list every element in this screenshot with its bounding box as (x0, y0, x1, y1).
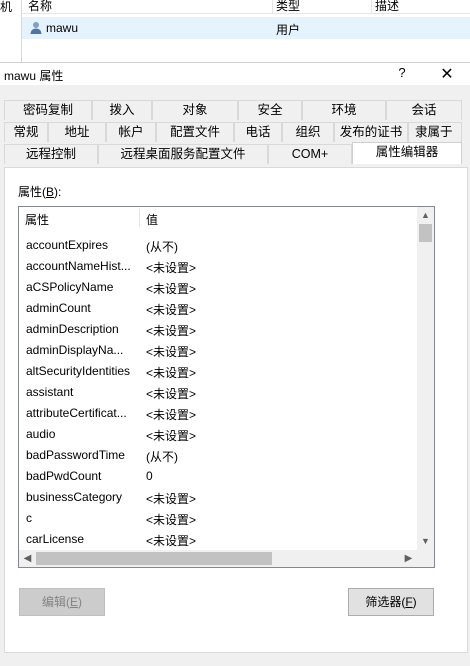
background-list: 机 名称 类型 描述 mawu 用户 (0, 0, 470, 62)
tab-security[interactable]: 安全 (238, 100, 302, 120)
tab-member-of[interactable]: 隶属于 (408, 122, 462, 142)
tab-telephones[interactable]: 电话 (234, 122, 282, 142)
attributes-label: 属性(B): (18, 185, 62, 199)
scroll-up-icon[interactable]: ▲ (417, 207, 434, 224)
attributes-list-header: 属性 值 (19, 207, 417, 229)
attribute-name: businessCategory (26, 490, 123, 504)
attribute-name: c (26, 511, 32, 525)
table-row[interactable]: badPwdCount 0 (19, 465, 417, 486)
tab-published-certificates[interactable]: 发布的证书 (334, 122, 408, 142)
table-row[interactable]: aCSPolicyName <未设置> (19, 276, 417, 297)
tab-com-plus[interactable]: COM+ (268, 144, 352, 164)
dialog-title: mawu 属性 (4, 69, 64, 83)
tab-object[interactable]: 对象 (152, 100, 238, 120)
user-icon (30, 22, 42, 34)
attribute-value: <未设置> (146, 513, 197, 527)
attribute-name: adminDescription (26, 322, 119, 336)
attribute-name: attributeCertificat... (26, 406, 127, 420)
horizontal-scrollbar[interactable]: ◀ ▶ (19, 550, 417, 567)
attribute-name: aCSPolicyName (26, 280, 114, 294)
attribute-value: <未设置> (146, 303, 197, 317)
tab-profile[interactable]: 配置文件 (156, 122, 234, 142)
close-button[interactable]: ✕ (432, 64, 462, 84)
tab-sessions[interactable]: 会话 (386, 100, 462, 120)
column-attribute[interactable]: 属性 (25, 211, 49, 228)
attribute-value: <未设置> (146, 345, 197, 359)
item-type: 用户 (276, 23, 301, 37)
vertical-scroll-thumb[interactable] (419, 224, 432, 242)
column-name[interactable]: 名称 (28, 0, 52, 14)
item-name: mawu (46, 21, 79, 35)
attribute-value: <未设置> (146, 408, 197, 422)
tab-attribute-editor[interactable]: 属性编辑器 (352, 142, 462, 164)
attribute-value: (从不) (146, 450, 178, 464)
attribute-name: adminCount (26, 301, 91, 315)
attributes-list[interactable]: 属性 值 accountExpires (从不) accountNameHist..… (18, 206, 435, 568)
list-header: 名称 类型 描述 (22, 0, 470, 14)
attribute-value: <未设置> (146, 261, 197, 275)
help-button[interactable]: ? (390, 65, 414, 83)
column-type[interactable]: 类型 (276, 0, 300, 14)
table-row[interactable]: accountExpires (从不) (19, 234, 417, 255)
table-row[interactable]: adminDisplayNa... <未设置> (19, 339, 417, 360)
tab-address[interactable]: 地址 (48, 122, 106, 142)
table-row[interactable]: audio <未设置> (19, 423, 417, 444)
table-row[interactable]: carLicense <未设置> (19, 528, 417, 549)
attribute-value: <未设置> (146, 366, 197, 380)
horizontal-scroll-thumb[interactable] (36, 552, 272, 565)
attribute-name: audio (26, 427, 56, 441)
tab-account[interactable]: 帐户 (106, 122, 156, 142)
scroll-right-icon[interactable]: ▶ (400, 550, 417, 567)
table-row[interactable]: badPasswordTime (从不) (19, 444, 417, 465)
table-row[interactable]: businessCategory <未设置> (19, 486, 417, 507)
table-row[interactable]: attributeCertificat... <未设置> (19, 402, 417, 423)
tab-password-replication[interactable]: 密码复制 (4, 100, 92, 120)
table-row[interactable]: c <未设置> (19, 507, 417, 528)
table-row[interactable]: accountNameHist... <未设置> (19, 255, 417, 276)
attribute-value: <未设置> (146, 282, 197, 296)
left-pane-text: 机 (0, 0, 13, 14)
table-row[interactable]: adminDescription <未设置> (19, 318, 417, 339)
attribute-name: accountNameHist... (26, 259, 131, 273)
attribute-value: <未设置> (146, 429, 197, 443)
scroll-down-icon[interactable]: ▼ (417, 533, 434, 550)
scrollbar-corner (417, 550, 434, 567)
attribute-name: badPwdCount (26, 469, 102, 483)
attribute-value: <未设置> (146, 324, 197, 338)
column-value[interactable]: 值 (146, 211, 158, 228)
attribute-value: 0 (146, 469, 153, 483)
table-row[interactable]: assistant <未设置> (19, 381, 417, 402)
filter-button[interactable]: 筛选器(F) (348, 588, 434, 616)
tab-organization[interactable]: 组织 (282, 122, 334, 142)
table-row[interactable]: altSecurityIdentities <未设置> (19, 360, 417, 381)
attribute-name: assistant (26, 385, 74, 399)
table-row[interactable]: adminCount <未设置> (19, 297, 417, 318)
attribute-value: <未设置> (146, 387, 197, 401)
left-tree-pane: 机 (0, 0, 22, 62)
attribute-value: <未设置> (146, 534, 197, 548)
tab-remote-control[interactable]: 远程控制 (4, 144, 98, 164)
attribute-name: accountExpires (26, 238, 109, 252)
attribute-value: <未设置> (146, 492, 197, 506)
attribute-name: altSecurityIdentities (26, 364, 131, 378)
tab-environment[interactable]: 环境 (302, 100, 386, 120)
column-description[interactable]: 描述 (375, 0, 399, 14)
tab-general[interactable]: 常规 (4, 122, 48, 142)
edit-button[interactable]: 编辑(E) (19, 588, 105, 616)
list-item[interactable]: mawu 用户 (22, 17, 470, 39)
title-bar: mawu 属性 ? ✕ (0, 63, 470, 85)
attribute-name: carLicense (26, 532, 85, 546)
attribute-value: (从不) (146, 240, 178, 254)
attribute-name: badPasswordTime (26, 448, 125, 462)
vertical-scrollbar[interactable]: ▲ ▼ (417, 207, 434, 550)
attribute-name: adminDisplayNa... (26, 343, 124, 357)
properties-dialog: mawu 属性 ? ✕ 密码复制 拨入 对象 安全 环境 会话 常规 地址 帐户… (0, 62, 470, 666)
tab-remote-desktop-profile[interactable]: 远程桌面服务配置文件 (98, 144, 268, 164)
tab-dial-in[interactable]: 拨入 (92, 100, 152, 120)
scroll-left-icon[interactable]: ◀ (19, 550, 36, 567)
